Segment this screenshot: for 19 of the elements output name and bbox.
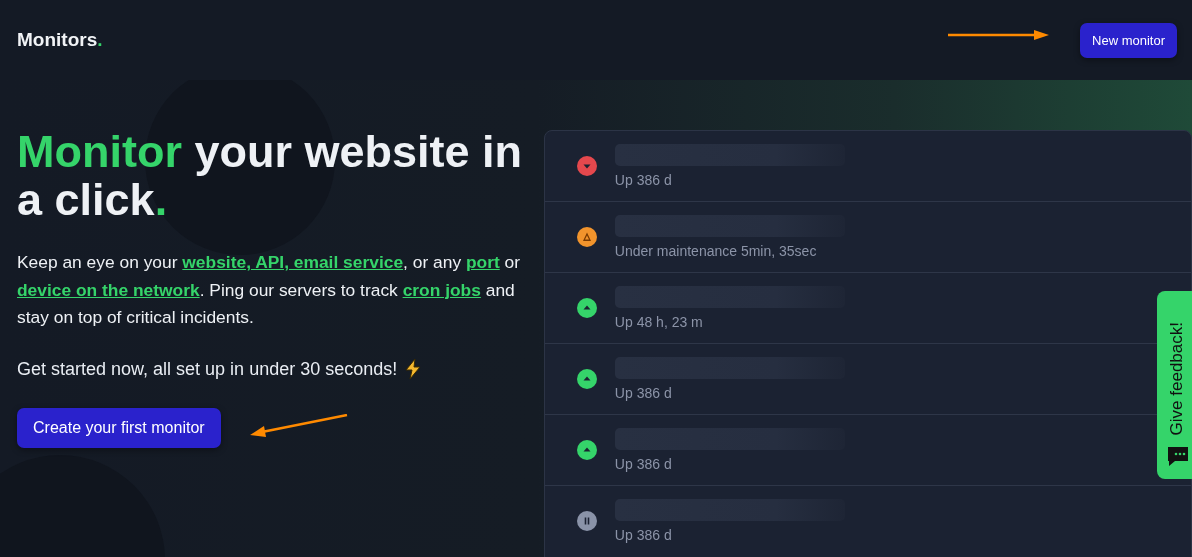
monitor-status-text: Up 386 d	[614, 527, 673, 543]
tagline: Get started now, all set up in under 30 seconds!	[17, 358, 398, 380]
new-monitor-button[interactable]: New monitor	[1080, 22, 1177, 58]
monitor-status-text: Up 48 h, 23 m	[614, 314, 704, 330]
text-link[interactable]: cron jobs	[402, 279, 481, 300]
monitor-status-text: Under maintenance 5min, 35sec	[614, 243, 818, 259]
intro-paragraph: Keep an eye on your website, API, email service, or any port or device on the network. Ping our servers to track cron jobs and stay on top of critical incidents.	[17, 251, 522, 329]
monitor-status-text: Up 386 d	[614, 385, 673, 401]
lightning-icon	[405, 359, 422, 379]
text-link[interactable]: port	[465, 252, 500, 272]
monitor-status-text: Up 386 d	[614, 172, 673, 188]
chat-bubble-icon	[1166, 445, 1188, 467]
text-link[interactable]: device on the network	[17, 279, 200, 300]
feedback-tab[interactable]: Give feedback!	[1157, 291, 1192, 479]
headline: Monitor your website in a click.	[17, 128, 524, 224]
logo: Monitors.	[17, 29, 103, 51]
monitor-status-text: Up 386 d	[614, 456, 673, 472]
text-link[interactable]: website, API, email service	[182, 252, 404, 272]
create-monitor-button[interactable]: Create your first monitor	[17, 407, 221, 448]
